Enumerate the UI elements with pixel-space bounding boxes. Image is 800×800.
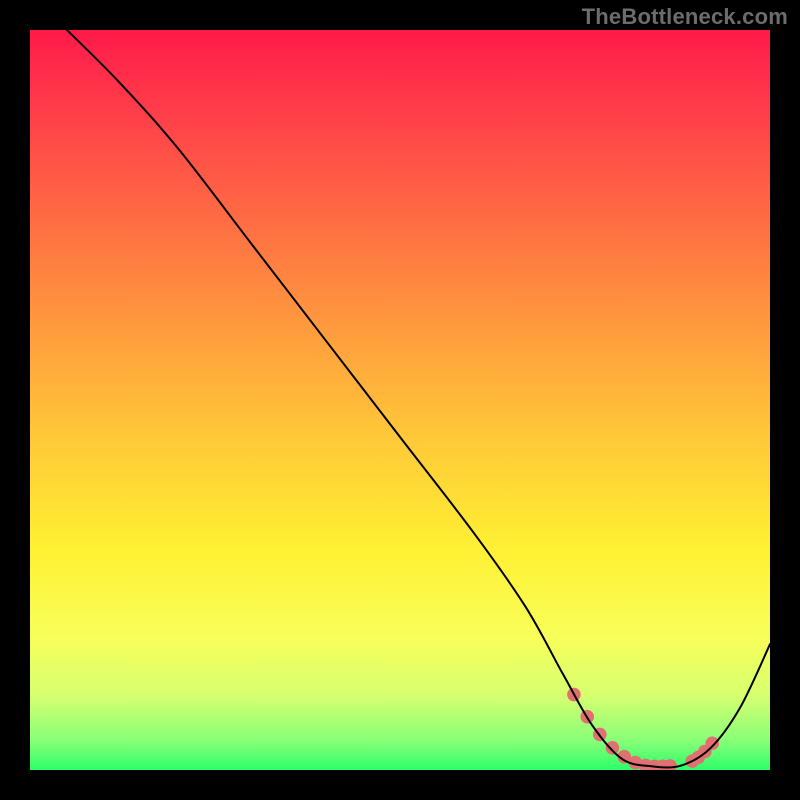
watermark-text: TheBottleneck.com	[582, 4, 788, 30]
gradient-background	[30, 30, 770, 770]
highlight-dot	[606, 741, 620, 755]
highlight-dot	[705, 737, 719, 751]
bottleneck-chart	[30, 30, 770, 770]
chart-container: TheBottleneck.com	[0, 0, 800, 800]
